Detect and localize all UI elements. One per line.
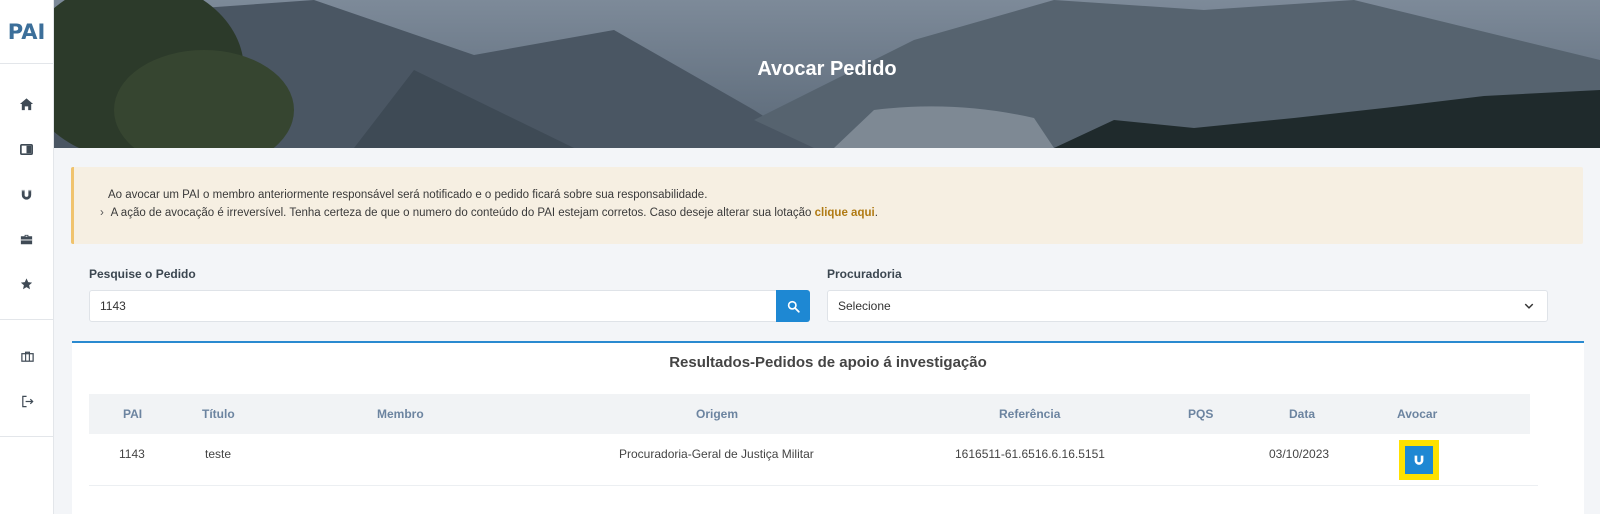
sidebar: PAI [0, 0, 54, 514]
sidebar-nav-main [0, 64, 53, 320]
magnet-icon [21, 189, 32, 200]
chevron-down-icon [1524, 303, 1534, 309]
alert-line-2-end: . [874, 207, 878, 219]
sidebar-item-logout[interactable] [0, 379, 54, 424]
alert-line-2-text: A ação de avocação é irreversível. Tenha… [110, 207, 815, 219]
sidebar-item-favorites[interactable] [0, 262, 53, 307]
hero-banner: Avocar Pedido [54, 0, 1600, 148]
procuradoria-label: Procuradoria [827, 267, 902, 281]
column-header-avocar: Avocar [1397, 407, 1438, 421]
alert-line-2: › A ação de avocação é irreversível. Ten… [100, 204, 1583, 222]
sidebar-item-home[interactable] [0, 82, 53, 127]
results-title: Resultados-Pedidos de apoio á investigaç… [669, 354, 987, 371]
logout-icon [21, 395, 34, 408]
sidebar-item-book[interactable] [0, 127, 53, 172]
page-title: Avocar Pedido [757, 58, 897, 80]
cell-data: 03/10/2023 [1269, 447, 1330, 461]
column-header-pqs: PQS [1188, 407, 1214, 421]
briefcase-outline-icon [20, 351, 34, 362]
sidebar-nav-secondary [0, 320, 54, 437]
magnet-icon [1414, 455, 1424, 465]
search-input[interactable]: 1143 [89, 290, 777, 322]
star-hand-icon [20, 278, 33, 290]
sidebar-item-avocar[interactable] [0, 172, 53, 217]
alert-line-1: Ao avocar um PAI o membro anteriormente … [108, 189, 708, 201]
column-header-membro: Membro [377, 407, 424, 421]
column-header-pai: PAI [123, 407, 143, 421]
column-header-titulo: Título [202, 407, 235, 421]
column-header-data: Data [1289, 407, 1316, 421]
procuradoria-select[interactable]: Selecione [827, 290, 1548, 322]
cell-referencia: 1616511-61.6516.6.16.5151 [955, 447, 1105, 461]
cell-titulo: teste [205, 447, 232, 461]
column-header-referencia: Referência [999, 407, 1061, 421]
table-row: 1143 teste Procuradoria-Geral de Justiça… [89, 434, 1538, 486]
search-button[interactable] [776, 290, 810, 322]
sidebar-item-lotacao[interactable] [0, 334, 54, 379]
sidebar-item-briefcase[interactable] [0, 217, 53, 262]
procuradoria-selected-value: Selecione [838, 299, 891, 313]
results-panel: Resultados-Pedidos de apoio á investigaç… [72, 341, 1584, 514]
cell-pai: 1143 [119, 447, 145, 461]
column-header-origem: Origem [696, 407, 739, 421]
cell-origem: Procuradoria-Geral de Justiça Militar [619, 447, 814, 461]
book-icon [20, 143, 33, 156]
warning-alert: Ao avocar um PAI o membro anteriormente … [71, 167, 1583, 244]
search-icon [787, 300, 800, 313]
chevron-right-icon: › [100, 207, 104, 219]
app-logo[interactable]: PAI [0, 0, 53, 64]
change-lotacao-link[interactable]: clique aqui [815, 207, 875, 219]
briefcase-icon [20, 234, 33, 245]
avocar-button-inner [1405, 446, 1433, 474]
search-label: Pesquise o Pedido [89, 267, 196, 281]
home-icon [19, 98, 34, 111]
results-table-header: PAI Título Membro Origem Referência PQS … [89, 394, 1530, 434]
avocar-button[interactable] [1399, 440, 1439, 480]
